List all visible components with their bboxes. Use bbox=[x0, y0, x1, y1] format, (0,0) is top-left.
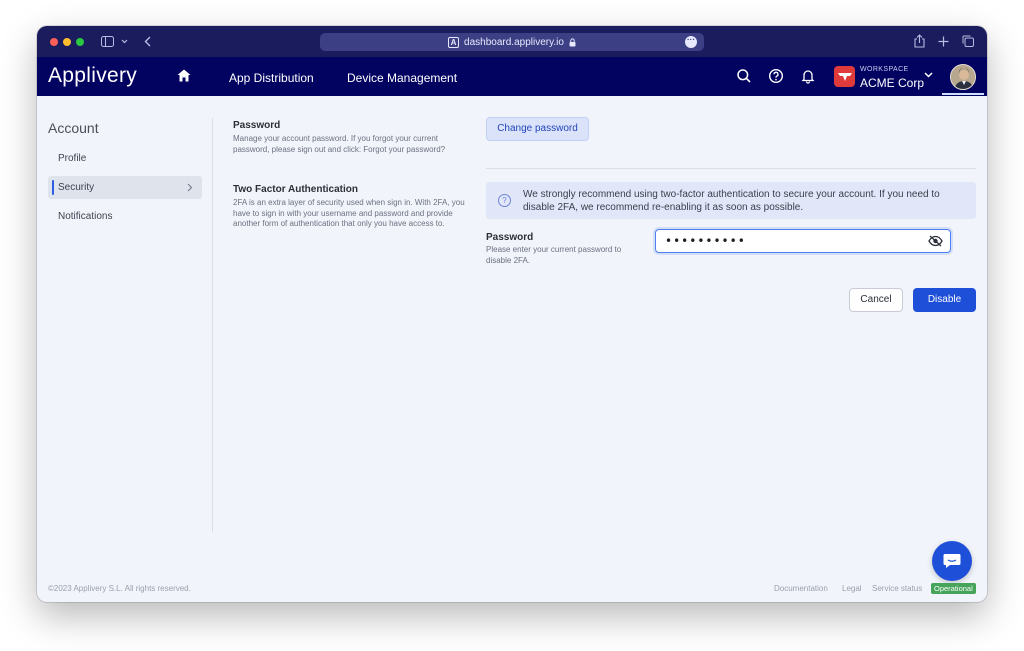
status-badge: Operational bbox=[931, 583, 976, 594]
more-options-icon[interactable]: ··· bbox=[685, 36, 697, 48]
chevron-right-icon bbox=[187, 183, 193, 192]
password-section-title: Password bbox=[233, 120, 281, 131]
twofa-section-description: 2FA is an extra layer of security used w… bbox=[233, 198, 465, 228]
sidebar-item-profile[interactable]: Profile bbox=[48, 147, 202, 170]
password-input-value: •••••••••• bbox=[665, 234, 746, 248]
close-window-button[interactable] bbox=[50, 38, 58, 46]
lock-icon bbox=[569, 37, 576, 46]
footer-copyright: ©2023 Applivery S.L. All rights reserved… bbox=[48, 584, 191, 593]
chat-icon bbox=[943, 554, 961, 568]
chevron-down-icon[interactable] bbox=[924, 72, 933, 78]
question-icon: ? bbox=[498, 194, 511, 207]
applivery-favicon-icon: A bbox=[448, 36, 460, 48]
nav-app-distribution[interactable]: App Distribution bbox=[229, 71, 314, 85]
avatar-active-indicator bbox=[942, 93, 984, 95]
search-icon[interactable] bbox=[736, 68, 752, 84]
password-field-hint: Please enter your current password to di… bbox=[486, 245, 622, 265]
password-field-label: Password bbox=[486, 232, 534, 243]
share-icon[interactable] bbox=[914, 34, 925, 48]
sidebar-item-label: Notifications bbox=[58, 211, 113, 222]
password-section-description: Manage your account password. If you for… bbox=[233, 134, 446, 154]
back-icon[interactable] bbox=[144, 36, 151, 47]
disable-2fa-button[interactable]: Disable bbox=[913, 288, 976, 312]
help-icon[interactable] bbox=[768, 68, 784, 84]
sidebar-title: Account bbox=[48, 120, 99, 136]
twofa-info-text: We strongly recommend using two-factor a… bbox=[523, 189, 940, 213]
sidebar-item-label: Profile bbox=[58, 153, 87, 164]
sidebar-item-security[interactable]: Security bbox=[48, 176, 202, 199]
sidebar-item-label: Security bbox=[58, 182, 95, 193]
app-header: Applivery App Distribution Device Manage… bbox=[37, 57, 987, 96]
section-divider bbox=[486, 168, 976, 169]
nav-device-management[interactable]: Device Management bbox=[347, 71, 457, 85]
avatar[interactable] bbox=[950, 64, 976, 90]
new-tab-icon[interactable] bbox=[938, 36, 949, 47]
twofa-section-title: Two Factor Authentication bbox=[233, 184, 358, 195]
sidebar-toggle-icon[interactable] bbox=[101, 36, 114, 47]
url-text: dashboard.applivery.io bbox=[464, 36, 564, 48]
chevron-down-icon[interactable] bbox=[121, 39, 128, 44]
sidebar-divider bbox=[212, 118, 213, 532]
sidebar-item-notifications[interactable]: Notifications bbox=[48, 205, 202, 228]
chat-support-button[interactable] bbox=[932, 541, 972, 581]
change-password-button[interactable]: Change password bbox=[486, 117, 589, 141]
browser-toolbar: A dashboard.applivery.io ··· bbox=[37, 26, 987, 57]
address-bar[interactable]: A dashboard.applivery.io ··· bbox=[320, 33, 704, 51]
eye-toggle-icon[interactable] bbox=[928, 235, 943, 247]
browser-window: A dashboard.applivery.io ··· Applivery A… bbox=[37, 26, 987, 602]
twofa-info-banner: ? We strongly recommend using two-factor… bbox=[486, 182, 976, 219]
footer-link-documentation[interactable]: Documentation bbox=[774, 584, 828, 593]
bell-icon[interactable] bbox=[800, 68, 816, 84]
tab-overview-icon[interactable] bbox=[962, 35, 974, 47]
cancel-button[interactable]: Cancel bbox=[849, 288, 903, 312]
workspace-logo-icon[interactable] bbox=[834, 66, 855, 87]
password-input[interactable]: •••••••••• bbox=[655, 229, 951, 253]
zoom-window-button[interactable] bbox=[76, 38, 84, 46]
home-icon[interactable] bbox=[177, 69, 191, 82]
footer-link-service-status[interactable]: Service status bbox=[872, 584, 922, 593]
workspace-label: WORKSPACE bbox=[860, 66, 909, 73]
minimize-window-button[interactable] bbox=[63, 38, 71, 46]
applivery-logo[interactable]: Applivery bbox=[48, 64, 137, 88]
footer-link-legal[interactable]: Legal bbox=[842, 584, 862, 593]
workspace-name[interactable]: ACME Corp bbox=[860, 76, 924, 90]
